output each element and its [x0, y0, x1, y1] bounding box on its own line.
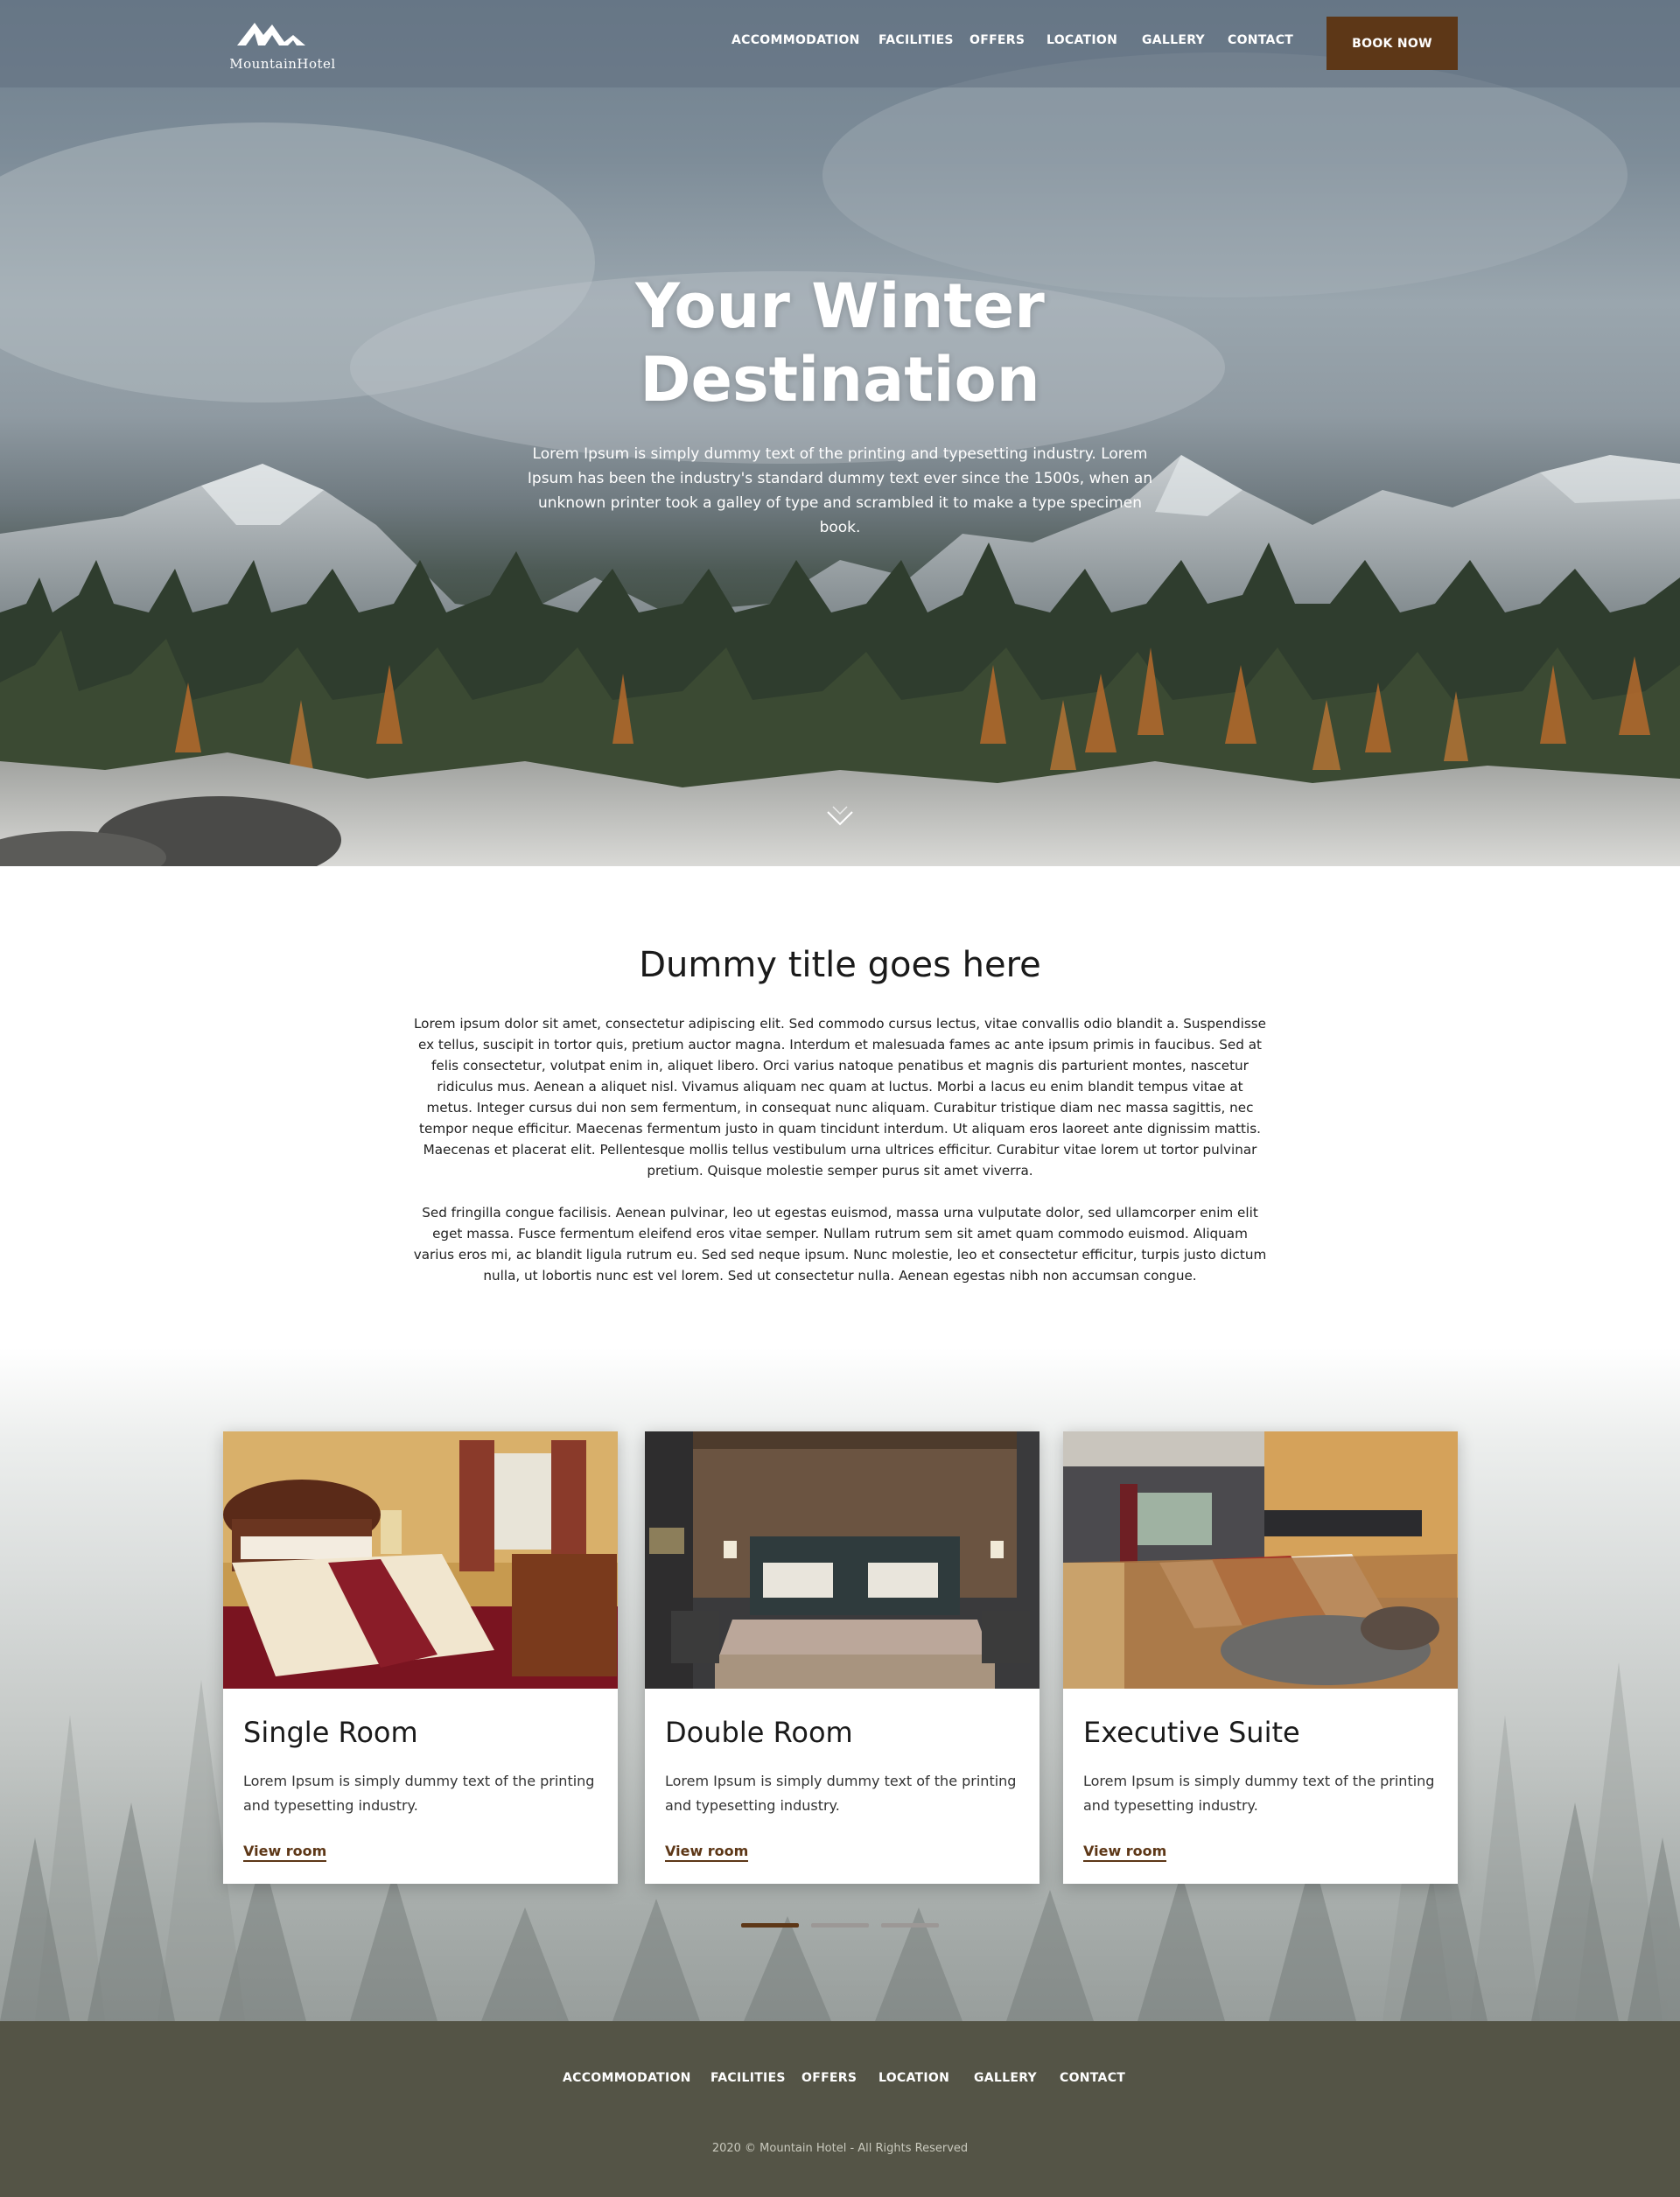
nav-item-facilities[interactable]: FACILITIES	[878, 33, 954, 47]
footer	[0, 2021, 1680, 2197]
intro-title: Dummy title goes here	[639, 945, 1041, 985]
copyright-text: 2020 © Mountain Hotel - All Rights Reser…	[711, 2142, 969, 2155]
hero-section: MountainHotel ACCOMMODATION FACILITIES O…	[0, 0, 1680, 866]
room-image-executive	[1063, 1431, 1458, 1689]
room-description: Lorem Ipsum is simply dummy text of the …	[665, 1773, 1017, 1814]
footer-nav-facilities[interactable]: FACILITIES	[710, 2071, 786, 2085]
room-title: Single Room	[243, 1716, 418, 1749]
footer-nav-location[interactable]: LOCATION	[878, 2071, 949, 2085]
room-card-single: Single Room Lorem Ipsum is simply dummy …	[223, 1431, 618, 1884]
slider-dot-2[interactable]	[811, 1923, 869, 1928]
nav-item-offers[interactable]: OFFERS	[970, 33, 1025, 47]
room-title: Executive Suite	[1083, 1716, 1300, 1749]
room-card-double: Double Room Lorem Ipsum is simply dummy …	[645, 1431, 1040, 1884]
hero-mountain-image	[0, 52, 1680, 866]
room-image-single	[223, 1431, 618, 1689]
hero-description: Lorem Ipsum is simply dummy text of the …	[527, 445, 1153, 536]
nav-item-contact[interactable]: CONTACT	[1228, 33, 1293, 47]
nav-item-location[interactable]: LOCATION	[1046, 33, 1117, 47]
chevron-down-icon[interactable]	[826, 805, 854, 831]
room-description: Lorem Ipsum is simply dummy text of the …	[243, 1773, 595, 1814]
logo[interactable]: MountainHotel	[221, 16, 344, 73]
view-room-link[interactable]: View room	[243, 1843, 327, 1862]
intro-paragraph-2: Sed fringilla congue facilisis. Aenean p…	[413, 1205, 1267, 1284]
room-card-executive: Executive Suite Lorem Ipsum is simply du…	[1063, 1431, 1458, 1884]
view-room-link[interactable]: View room	[1083, 1843, 1167, 1862]
slider-dot-3[interactable]	[881, 1923, 939, 1928]
room-title: Double Room	[665, 1716, 853, 1749]
room-image-double	[645, 1431, 1040, 1689]
footer-nav-gallery[interactable]: GALLERY	[974, 2071, 1037, 2085]
logo-text: MountainHotel	[229, 56, 336, 72]
slider-dot-1[interactable]	[741, 1923, 799, 1928]
mountain-logo-icon	[237, 23, 305, 45]
hero-title-line2: Destination	[640, 344, 1040, 416]
intro-paragraph-1: Lorem ipsum dolor sit amet, consectetur …	[413, 1016, 1267, 1179]
book-now-button[interactable]: BOOK NOW	[1326, 17, 1458, 70]
footer-nav-contact[interactable]: CONTACT	[1060, 2071, 1125, 2085]
footer-nav-accommodation[interactable]: ACCOMMODATION	[563, 2071, 691, 2085]
footer-nav-offers[interactable]: OFFERS	[802, 2071, 857, 2085]
view-room-link[interactable]: View room	[665, 1843, 749, 1862]
nav-item-accommodation[interactable]: ACCOMMODATION	[732, 33, 860, 47]
nav-item-gallery[interactable]: GALLERY	[1142, 33, 1205, 47]
hero-title: Your Winter Destination	[490, 269, 1190, 416]
room-description: Lorem Ipsum is simply dummy text of the …	[1083, 1773, 1435, 1814]
hero-title-line1: Your Winter	[635, 270, 1045, 342]
